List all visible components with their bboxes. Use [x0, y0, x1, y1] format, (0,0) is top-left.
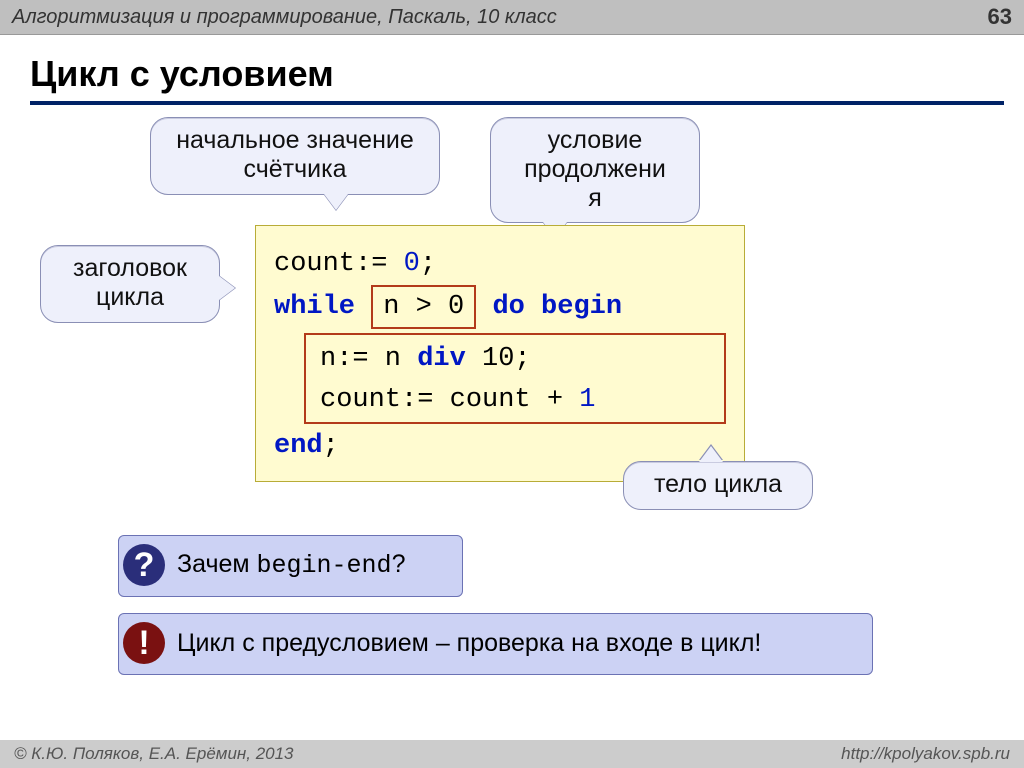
question-bar: ? Зачем begin-end?	[118, 535, 463, 597]
footer-authors: © К.Ю. Поляков, Е.А. Ерёмин, 2013	[14, 744, 294, 764]
callout-initial-value: начальное значение счётчика	[150, 117, 440, 195]
exclamation-icon: !	[123, 622, 165, 664]
code-line-2: while n > 0 do begin	[274, 285, 726, 330]
callout-loop-body: тело цикла	[623, 461, 813, 510]
page-number: 63	[988, 4, 1012, 30]
question-icon: ?	[123, 544, 165, 586]
condition-frame: n > 0	[371, 285, 476, 330]
exclamation-text: Цикл с предусловием – проверка на входе …	[177, 629, 761, 658]
footer-url: http://kpolyakov.spb.ru	[841, 744, 1010, 764]
question-text: Зачем begin-end?	[177, 550, 405, 580]
code-line-4: count:= count + 1	[320, 380, 710, 421]
exclamation-bar: ! Цикл с предусловием – проверка на вход…	[118, 613, 873, 675]
code-block: count:= 0; while n > 0 do begin n:= n di…	[255, 225, 745, 482]
callout-condition: условие продолжени я	[490, 117, 700, 223]
callout-loop-header: заголовок цикла	[40, 245, 220, 323]
code-line-3: n:= n div 10;	[320, 339, 710, 380]
slide-title: Цикл с условием	[30, 53, 1004, 105]
footer-bar: © К.Ю. Поляков, Е.А. Ерёмин, 2013 http:/…	[0, 740, 1024, 768]
header-bar: Алгоритмизация и программирование, Паска…	[0, 0, 1024, 35]
course-title: Алгоритмизация и программирование, Паска…	[12, 6, 557, 29]
content-stage: начальное значение счётчика условие прод…	[0, 115, 1024, 725]
code-line-1: count:= 0;	[274, 244, 726, 285]
loop-body-frame: n:= n div 10; count:= count + 1	[304, 333, 726, 424]
